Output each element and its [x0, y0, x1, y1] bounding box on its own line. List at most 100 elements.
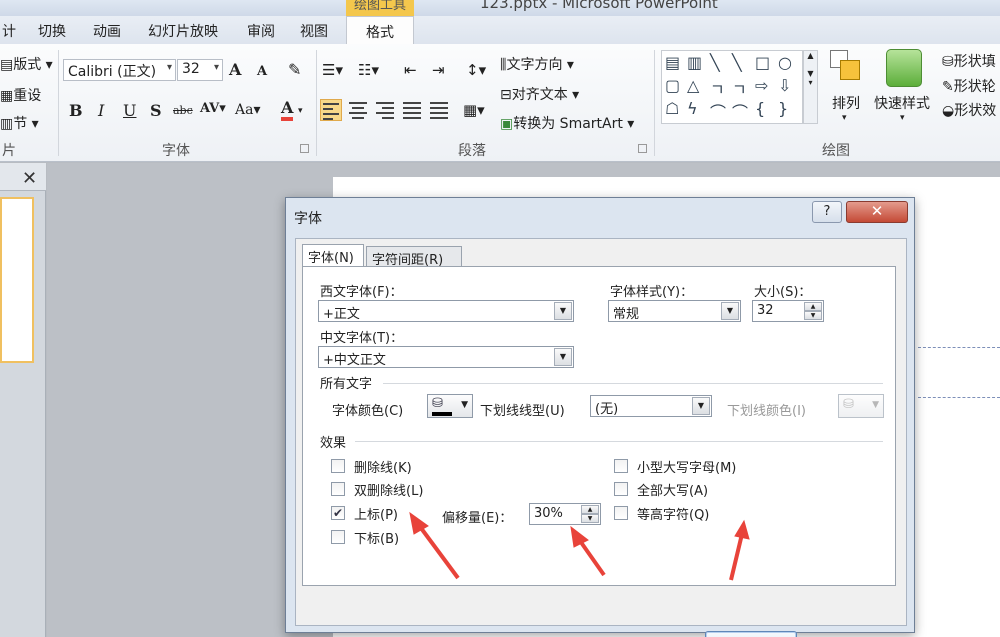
numbering-icon[interactable]: ☷▾	[358, 61, 379, 79]
tab-animations[interactable]: 动画	[93, 21, 121, 41]
scribble-shape-icon[interactable]: ϟ	[687, 99, 698, 118]
elbow-connector-shape-icon[interactable]: ㄱ	[710, 76, 725, 100]
tab-view[interactable]: 视图	[300, 21, 328, 41]
arc-shape-icon[interactable]: ⌒	[732, 99, 748, 123]
shape-outline-button[interactable]: ✎形状轮	[942, 76, 996, 96]
decrease-indent-icon[interactable]: ⇤	[404, 61, 417, 79]
tab-transitions[interactable]: 切换	[38, 21, 66, 41]
underline-button[interactable]: U	[123, 101, 136, 120]
arrange-icon[interactable]	[830, 50, 864, 84]
shrink-font-button[interactable]: A	[257, 64, 267, 79]
size-spinner[interactable]: 32 ▲ ▼	[752, 300, 824, 322]
close-button[interactable]: ✕	[846, 201, 908, 223]
distributed-button[interactable]	[428, 99, 450, 121]
line-shape-icon[interactable]: ╲	[710, 53, 720, 72]
font-color-picker[interactable]: ⛁ ▼	[427, 394, 473, 418]
bold-button[interactable]: B	[69, 101, 83, 120]
justify-button[interactable]	[401, 99, 423, 121]
spin-down-icon[interactable]: ▼	[804, 311, 822, 320]
ok-button[interactable]: 确定	[705, 631, 797, 637]
font-dialog-launcher[interactable]	[300, 144, 309, 153]
offset-spinner[interactable]: 30% ▲ ▼	[529, 503, 601, 525]
tab-slideshow[interactable]: 幻灯片放映	[148, 21, 218, 41]
section-button[interactable]: ▥节 ▾	[0, 113, 39, 133]
quick-styles-button[interactable]: 快速样式	[874, 93, 930, 113]
tab-format[interactable]: 格式	[346, 16, 414, 45]
shapes-gallery[interactable]: ▤ ▥ ╲ ╲ □ ○ ▢ △ ㄱ ㄱ ⇨ ⇩ ☖ ϟ ⌒ ⌒ { }	[661, 50, 803, 124]
quick-styles-dropdown-icon[interactable]: ▾	[900, 113, 905, 123]
bullets-icon[interactable]: ☰▾	[322, 61, 343, 79]
help-button[interactable]: ?	[812, 201, 842, 223]
align-text-button[interactable]: ⊟对齐文本 ▾	[500, 84, 579, 104]
all-caps-checkbox[interactable]	[614, 482, 628, 496]
strikethrough-checkbox[interactable]	[331, 459, 345, 473]
tab-font[interactable]: 字体(N)	[302, 244, 364, 267]
superscript-checkbox[interactable]: ✔	[331, 506, 345, 520]
latin-font-select[interactable]: +正文 ▼	[318, 300, 574, 322]
quick-styles-icon[interactable]	[886, 49, 922, 87]
triangle-shape-icon[interactable]: △	[687, 76, 699, 95]
close-icon[interactable]: ✕	[22, 168, 37, 189]
elbow-arrow-shape-icon[interactable]: ㄱ	[732, 76, 747, 100]
grow-font-button[interactable]: A	[229, 60, 241, 79]
arrange-button[interactable]: 排列	[832, 93, 860, 113]
subscript-checkbox[interactable]	[331, 530, 345, 544]
equalize-height-checkbox[interactable]	[614, 506, 628, 520]
small-caps-checkbox[interactable]	[614, 459, 628, 473]
layout-button[interactable]: ▤版式 ▾	[0, 54, 53, 74]
tab-review[interactable]: 审阅	[247, 21, 275, 41]
paragraph-dialog-launcher[interactable]	[638, 144, 647, 153]
underline-style-select[interactable]: (无) ▼	[590, 395, 712, 417]
convert-smartart-button[interactable]: ▣转换为 SmartArt ▾	[500, 113, 634, 133]
gallery-scroll[interactable]: ▲ ▼ ▾	[803, 50, 818, 124]
font-color-button[interactable]: A	[281, 98, 294, 121]
columns-icon[interactable]: ▦▾	[463, 101, 485, 119]
double-strikethrough-checkbox[interactable]	[331, 482, 345, 496]
change-case-button[interactable]: Aa▾	[235, 102, 261, 118]
char-spacing-button[interactable]: AV▾	[200, 101, 226, 116]
align-center-button[interactable]	[347, 99, 369, 121]
tab-character-spacing[interactable]: 字符间距(R)	[366, 246, 462, 268]
asian-font-select[interactable]: +中文正文 ▼	[318, 346, 574, 368]
text-direction-button[interactable]: ⫼文字方向 ▾	[500, 54, 574, 74]
reset-button[interactable]: ▦重设	[0, 85, 41, 105]
oval-shape-icon[interactable]: ○	[778, 53, 792, 72]
strikethrough-button[interactable]: abc	[173, 104, 193, 117]
vertical-textbox-shape-icon[interactable]: ▥	[687, 53, 702, 72]
curve-shape-icon[interactable]: ⌒	[710, 99, 726, 123]
paint-bucket-icon: ⛁	[843, 397, 854, 412]
tab-design[interactable]: 计	[2, 21, 16, 41]
arrange-dropdown-icon[interactable]: ▾	[842, 113, 847, 123]
textbox-shape-icon[interactable]: ▤	[665, 53, 680, 72]
dropdown-arrow-icon[interactable]: ▼	[554, 348, 572, 366]
line-spacing-icon[interactable]: ↕▾	[466, 61, 486, 79]
dropdown-arrow-icon[interactable]: ▼	[721, 302, 739, 320]
font-name-combo[interactable]: Calibri (正文) ▾	[63, 59, 176, 81]
font-color-dropdown-icon[interactable]: ▾	[298, 106, 303, 116]
dropdown-arrow-icon[interactable]: ▼	[554, 302, 572, 320]
increase-indent-icon[interactable]: ⇥	[432, 61, 445, 79]
rounded-rect-shape-icon[interactable]: ▢	[665, 76, 680, 95]
rectangle-shape-icon[interactable]: □	[755, 53, 770, 72]
shape-effects-button[interactable]: ◒形状效	[942, 100, 996, 120]
left-brace-shape-icon[interactable]: {	[755, 99, 765, 118]
right-brace-shape-icon[interactable]: }	[778, 99, 788, 118]
align-left-button[interactable]	[320, 99, 342, 121]
down-arrow-shape-icon[interactable]: ⇩	[778, 76, 791, 95]
slide-thumbnail[interactable]	[0, 197, 34, 363]
arrow-line-shape-icon[interactable]: ╲	[732, 53, 742, 72]
freeform-shape-icon[interactable]: ☖	[665, 99, 679, 118]
shape-fill-button[interactable]: ⛁形状填	[942, 51, 996, 71]
spin-down-icon[interactable]: ▼	[581, 514, 599, 523]
clear-format-icon[interactable]: ✎	[288, 60, 301, 79]
dropdown-arrow-icon[interactable]: ▼	[692, 397, 710, 415]
spin-up-icon[interactable]: ▲	[804, 302, 822, 311]
spin-up-icon[interactable]: ▲	[581, 505, 599, 514]
align-right-button[interactable]	[374, 99, 396, 121]
italic-button[interactable]: I	[98, 101, 104, 120]
right-arrow-shape-icon[interactable]: ⇨	[755, 76, 768, 95]
shadow-button[interactable]: S	[150, 101, 162, 120]
underline-color-picker[interactable]: ⛁ ▼	[838, 394, 884, 418]
font-style-select[interactable]: 常规 ▼	[608, 300, 741, 322]
font-size-combo[interactable]: 32 ▾	[177, 59, 223, 81]
